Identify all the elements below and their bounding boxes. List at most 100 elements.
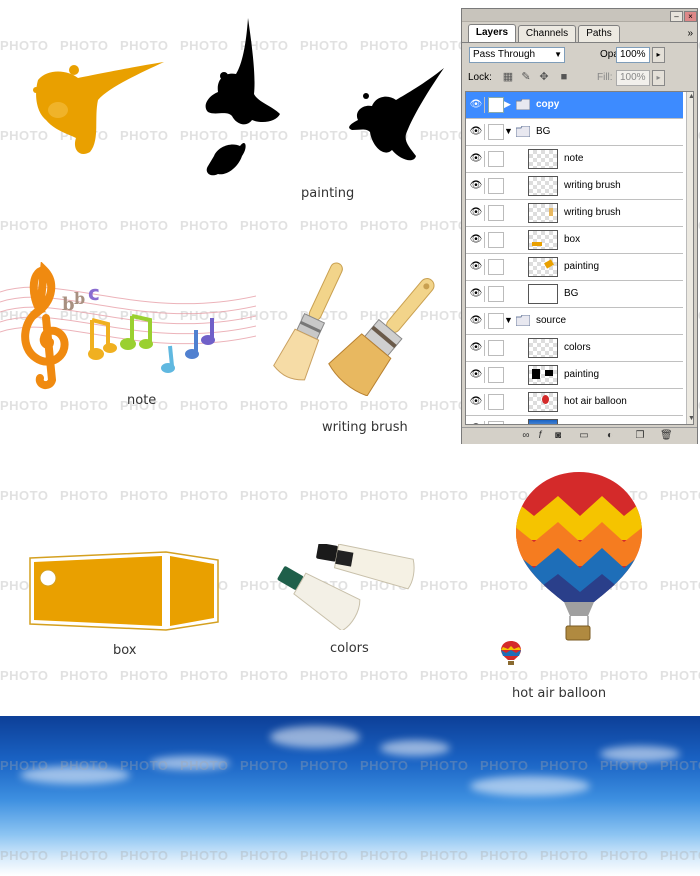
- visibility-eye-icon[interactable]: 👁: [468, 340, 485, 356]
- visibility-eye-icon[interactable]: 👁: [468, 97, 485, 113]
- music-notes-image: b b c: [0, 262, 256, 389]
- layer-thumbnail: [528, 230, 558, 250]
- layer-name: copy: [536, 99, 560, 110]
- visibility-eye-icon[interactable]: 👁: [468, 205, 485, 221]
- watermark-text: PHOTO: [0, 398, 49, 413]
- watermark-text: PHOTO: [660, 578, 700, 593]
- link-layers-icon[interactable]: ∞: [520, 430, 532, 442]
- layer-row-bg[interactable]: 👁 BG: [466, 416, 683, 424]
- layer-row-box[interactable]: 👁 box: [466, 227, 683, 254]
- caption-hot-air-balloon: hot air balloon: [512, 686, 607, 701]
- lock-position-icon[interactable]: ✥: [538, 71, 550, 83]
- lock-transparent-pixels-icon[interactable]: ▦: [502, 71, 514, 83]
- opacity-slider-button[interactable]: ▸: [652, 47, 665, 63]
- layer-link-box[interactable]: [488, 394, 504, 410]
- fill-input[interactable]: 100%: [616, 70, 650, 86]
- blend-mode-value: Pass Through: [473, 49, 536, 60]
- layer-row-bg[interactable]: 👁 BG: [466, 281, 683, 308]
- fill-slider-button[interactable]: ▸: [652, 70, 665, 86]
- tab-paths[interactable]: Paths: [578, 25, 620, 42]
- visibility-eye-icon[interactable]: 👁: [468, 367, 485, 383]
- layer-link-box[interactable]: [488, 205, 504, 221]
- layer-name: BG: [564, 423, 578, 424]
- layer-row-writing-brush[interactable]: 👁 writing brush: [466, 200, 683, 227]
- layer-mask-icon[interactable]: ◙: [552, 430, 564, 442]
- layer-link-box[interactable]: [488, 97, 504, 113]
- watermark-text: PHOTO: [60, 218, 109, 233]
- scroll-down-icon[interactable]: ▼: [687, 414, 693, 424]
- layer-link-box[interactable]: [488, 124, 504, 140]
- layer-style-icon[interactable]: f: [534, 430, 546, 442]
- tab-channels[interactable]: Channels: [518, 25, 576, 42]
- new-group-icon[interactable]: ▭: [578, 430, 590, 442]
- minimize-button[interactable]: –: [670, 11, 683, 22]
- visibility-eye-icon[interactable]: 👁: [468, 232, 485, 248]
- adjustment-layer-icon[interactable]: ◐: [604, 430, 616, 442]
- visibility-eye-icon[interactable]: 👁: [468, 421, 485, 424]
- layer-thumbnail: [528, 176, 558, 196]
- watermark-text: PHOTO: [360, 668, 409, 683]
- watermark-text: PHOTO: [300, 668, 349, 683]
- visibility-eye-icon[interactable]: 👁: [468, 259, 485, 275]
- layer-name: writing brush: [564, 207, 621, 218]
- layer-thumbnail: [528, 338, 558, 358]
- lock-all-icon[interactable]: ■: [558, 71, 570, 83]
- opacity-input[interactable]: 100%: [616, 47, 650, 63]
- close-button[interactable]: ×: [684, 11, 697, 22]
- trash-icon[interactable]: 🗑: [660, 430, 673, 442]
- visibility-eye-icon[interactable]: 👁: [468, 124, 485, 140]
- layer-link-box[interactable]: [488, 151, 504, 167]
- folder-icon: [516, 126, 530, 137]
- layer-row-painting[interactable]: 👁 painting: [466, 254, 683, 281]
- tab-layers[interactable]: Layers: [468, 24, 516, 43]
- scroll-up-icon[interactable]: ▲: [687, 92, 693, 102]
- visibility-eye-icon[interactable]: 👁: [468, 394, 485, 410]
- visibility-eye-icon[interactable]: 👁: [468, 286, 485, 302]
- lock-image-pixels-icon[interactable]: ✎: [520, 71, 532, 83]
- layer-link-box[interactable]: [488, 286, 504, 302]
- layers-scrollbar[interactable]: ▲ ▼: [686, 92, 693, 424]
- new-layer-icon[interactable]: ❐: [634, 430, 646, 442]
- layer-link-box[interactable]: [488, 421, 504, 424]
- layer-name: writing brush: [564, 180, 621, 191]
- panel-menu-icon[interactable]: »: [687, 28, 693, 39]
- visibility-eye-icon[interactable]: 👁: [468, 313, 485, 329]
- watermark-text: PHOTO: [660, 488, 700, 503]
- layer-link-box[interactable]: [488, 259, 504, 275]
- layer-link-box[interactable]: [488, 367, 504, 383]
- layer-link-box[interactable]: [488, 313, 504, 329]
- watermark-text: PHOTO: [360, 38, 409, 53]
- caption-box: box: [113, 643, 137, 658]
- watermark-text: PHOTO: [0, 218, 49, 233]
- layer-thumbnail: [528, 365, 558, 385]
- layer-link-box[interactable]: [488, 232, 504, 248]
- layer-row-note[interactable]: 👁 note: [466, 146, 683, 173]
- layer-name: BG: [536, 126, 551, 137]
- layer-row-painting[interactable]: 👁 painting: [466, 362, 683, 389]
- watermark-text: PHOTO: [600, 668, 649, 683]
- visibility-eye-icon[interactable]: 👁: [468, 151, 485, 167]
- collapse-triangle-icon[interactable]: ▼: [504, 315, 513, 325]
- orange-box-image: [29, 551, 219, 631]
- layer-thumbnail: [528, 419, 558, 424]
- collapse-triangle-icon[interactable]: ▼: [504, 126, 513, 136]
- layer-link-box[interactable]: [488, 178, 504, 194]
- layer-row-hot-air-balloon[interactable]: 👁 hot air balloon: [466, 389, 683, 416]
- layer-row-bg-group[interactable]: 👁 ▼ BG: [466, 119, 683, 146]
- panel-tab-bar: – × Layers Channels Paths »: [462, 9, 697, 49]
- watermark-text: PHOTO: [300, 38, 349, 53]
- layer-link-box[interactable]: [488, 340, 504, 356]
- tab-divider: [462, 42, 697, 43]
- watermark-text: PHOTO: [360, 218, 409, 233]
- layer-row-source-group[interactable]: 👁 ▼ source: [466, 308, 683, 335]
- visibility-eye-icon[interactable]: 👁: [468, 178, 485, 194]
- panel-title-strip[interactable]: [462, 9, 697, 22]
- watermark-text: PHOTO: [180, 398, 229, 413]
- blend-mode-select[interactable]: Pass Through ▼: [469, 47, 565, 63]
- layer-row-copy[interactable]: 👁 ▶ copy: [466, 92, 683, 119]
- layer-row-colors[interactable]: 👁 colors: [466, 335, 683, 362]
- expand-triangle-icon[interactable]: ▶: [504, 99, 511, 110]
- layer-name: colors: [564, 342, 591, 353]
- layer-row-writing-brush[interactable]: 👁 writing brush: [466, 173, 683, 200]
- layer-name: BG: [564, 288, 579, 299]
